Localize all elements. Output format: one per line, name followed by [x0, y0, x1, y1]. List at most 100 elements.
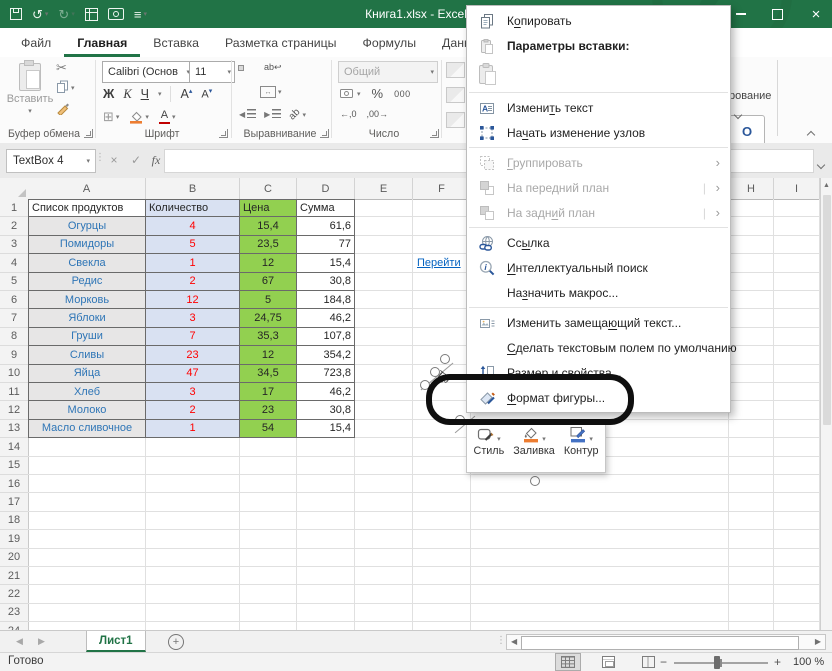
grid-cell-F1[interactable]	[413, 199, 471, 217]
grid-cell-D11[interactable]: 46,2	[297, 383, 355, 401]
menu-item[interactable]: AИзменить текст	[467, 95, 730, 120]
zoom-in-icon[interactable]: +	[774, 655, 781, 669]
paste-button[interactable]: Вставить ▾	[8, 61, 52, 125]
shape-handle[interactable]	[420, 380, 430, 390]
grid-cell-H18[interactable]	[729, 512, 774, 530]
grid-cell-H10[interactable]	[729, 365, 774, 383]
grid-cell-H24[interactable]	[729, 622, 774, 630]
grid-cell-C21[interactable]	[240, 567, 297, 585]
fill-color-icon[interactable]: ▾	[129, 110, 149, 124]
grid-cell-C7[interactable]: 24,75	[240, 309, 297, 327]
format-as-table-icon[interactable]	[446, 87, 465, 103]
grid-cell-I8[interactable]	[774, 328, 820, 346]
grid-cell-H2[interactable]	[729, 217, 774, 235]
grid-cell-E18[interactable]	[355, 512, 413, 530]
grid-cell-C11[interactable]: 17	[240, 383, 297, 401]
grid-row-header-7[interactable]: 7	[0, 309, 29, 327]
grid-cell-H6[interactable]	[729, 291, 774, 309]
grid-cell-C10[interactable]: 34,5	[240, 365, 297, 383]
grid-cell-A2[interactable]: Огурцы	[28, 217, 146, 235]
grid-cell-B13[interactable]: 1	[146, 420, 240, 438]
font-color-icon[interactable]: А▾	[159, 110, 176, 125]
menu-item[interactable]: Копировать	[467, 8, 730, 33]
grid-cell-E15[interactable]	[355, 457, 413, 475]
grid-cell-H16[interactable]	[729, 475, 774, 493]
grid-cell-C6[interactable]: 5	[240, 291, 297, 309]
font-dialog-launcher[interactable]	[219, 129, 228, 138]
mini-toolbar-fill[interactable]: ▾Заливка	[513, 425, 555, 470]
copy-icon[interactable]: ▾	[56, 80, 75, 96]
grid-cell-H19[interactable]	[729, 530, 774, 548]
horizontal-scroll-thumb[interactable]	[521, 636, 799, 650]
grid-column-header-A[interactable]: A	[28, 178, 146, 200]
grid-cell-H4[interactable]	[729, 254, 774, 272]
close-button[interactable]: ×	[804, 0, 828, 28]
grid-cell-I12[interactable]	[774, 401, 820, 419]
grid-cell-E5[interactable]	[355, 273, 413, 291]
comma-style-button[interactable]: 000	[394, 89, 411, 99]
grid-cell-E10[interactable]	[355, 365, 413, 383]
grid-cell-I4[interactable]	[774, 254, 820, 272]
grid-row-header-8[interactable]: 8	[0, 328, 29, 346]
grid-cell-E2[interactable]	[355, 217, 413, 235]
grid-cell-G22[interactable]	[471, 585, 729, 603]
grid-cell-C8[interactable]: 35,3	[240, 328, 297, 346]
grid-column-header-I[interactable]: I	[774, 178, 820, 200]
redo-icon[interactable]: ↻▾	[58, 8, 74, 21]
mini-toolbar-style[interactable]: ▾Стиль	[474, 425, 505, 470]
grid-cell-D12[interactable]: 30,8	[297, 401, 355, 419]
menu-item[interactable]: Ссылка	[467, 230, 730, 255]
grid-cell-E9[interactable]	[355, 346, 413, 364]
grid-cell-B1[interactable]: Количество	[146, 199, 240, 217]
grid-cell-I22[interactable]	[774, 585, 820, 603]
zoom-slider-handle[interactable]	[714, 656, 720, 669]
grid-cell-C5[interactable]: 67	[240, 273, 297, 291]
menu-item[interactable]: Группировать›	[467, 150, 730, 175]
undo-icon[interactable]: ↺▾	[32, 8, 48, 21]
normal-view-button[interactable]	[556, 654, 580, 670]
grid-cell-A17[interactable]	[28, 493, 146, 511]
grid-cell-H17[interactable]	[729, 493, 774, 511]
grid-cell-D14[interactable]	[297, 438, 355, 456]
grid-cell-A15[interactable]	[28, 457, 146, 475]
grid-cell-G16[interactable]	[471, 475, 729, 493]
grid-cell-C13[interactable]: 54	[240, 420, 297, 438]
format-painter-icon[interactable]	[56, 102, 70, 118]
grid-cell-E8[interactable]	[355, 328, 413, 346]
grid-cell-I6[interactable]	[774, 291, 820, 309]
maximize-button[interactable]	[766, 0, 788, 28]
grid-cell-D13[interactable]: 15,4	[297, 420, 355, 438]
increase-decimal-icon[interactable]: ←,0	[340, 109, 357, 119]
grid-cell-A12[interactable]: Молоко	[28, 401, 146, 419]
grid-cell-A23[interactable]	[28, 604, 146, 622]
grid-cell-F21[interactable]	[413, 567, 471, 585]
add-sheet-icon[interactable]: +	[168, 634, 184, 650]
grid-cell-A20[interactable]	[28, 549, 146, 567]
decrease-decimal-icon[interactable]: ,00→	[367, 109, 389, 119]
menu-item[interactable]: Изменить замещающий текст...	[467, 310, 730, 335]
grid-row-header-16[interactable]: 16	[0, 475, 29, 493]
grid-cell-F5[interactable]	[413, 273, 471, 291]
grid-cell-E6[interactable]	[355, 291, 413, 309]
name-box[interactable]: TextBox 4 ▾	[6, 149, 96, 173]
grid-cell-D7[interactable]: 46,2	[297, 309, 355, 327]
grid-cell-F23[interactable]	[413, 604, 471, 622]
grid-cell-B20[interactable]	[146, 549, 240, 567]
grid-cell-B18[interactable]	[146, 512, 240, 530]
grid-row-header-17[interactable]: 17	[0, 493, 29, 511]
grid-cell-H22[interactable]	[729, 585, 774, 603]
grid-cell-A11[interactable]: Хлеб	[28, 383, 146, 401]
grid-cell-C15[interactable]	[240, 457, 297, 475]
tab-Формулы[interactable]: Формулы	[350, 28, 430, 57]
grid-cell-I3[interactable]	[774, 236, 820, 254]
grid-row-header-2[interactable]: 2	[0, 217, 29, 235]
grid-cell-E19[interactable]	[355, 530, 413, 548]
grid-cell-F8[interactable]	[413, 328, 471, 346]
grid-cell-D18[interactable]	[297, 512, 355, 530]
enter-formula-icon[interactable]: ✓	[126, 149, 146, 171]
grid-row-header-18[interactable]: 18	[0, 512, 29, 530]
grid-row-header-15[interactable]: 15	[0, 457, 29, 475]
grid-row-header-3[interactable]: 3	[0, 236, 29, 254]
grid-cell-H1[interactable]	[729, 199, 774, 217]
grid-cell-E24[interactable]	[355, 622, 413, 630]
